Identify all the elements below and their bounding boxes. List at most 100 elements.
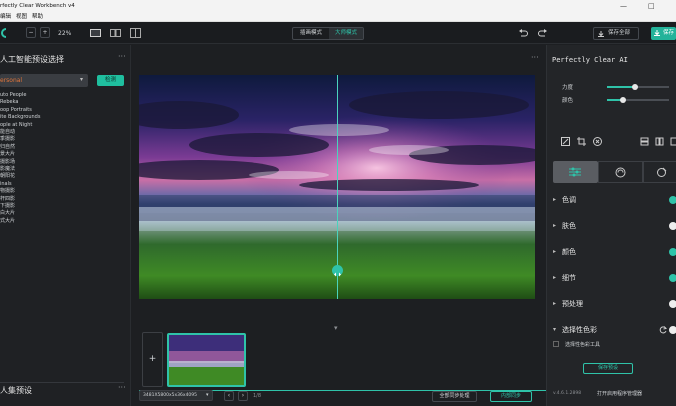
reset-icon[interactable] xyxy=(659,326,667,334)
rotate-icon[interactable] xyxy=(670,137,676,146)
single-view-icon[interactable] xyxy=(90,29,101,37)
version-label: v.4.6.1.2898 xyxy=(553,391,582,396)
apply-all-button[interactable]: 全部同步处理 xyxy=(432,391,477,402)
prev-page-button[interactable]: ‹ xyxy=(224,391,234,401)
section-row[interactable]: ▸ 预处理 xyxy=(551,297,676,311)
chevron-down-icon: ▾ xyxy=(80,76,84,83)
color-slider-handle[interactable] xyxy=(620,97,626,103)
split-view-icon[interactable] xyxy=(130,28,141,38)
flip-vertical-icon[interactable] xyxy=(640,137,649,146)
compare-view-icon[interactable] xyxy=(110,29,121,37)
save-label: 保存 xyxy=(663,30,675,36)
preset-item[interactable]: 摄影场 xyxy=(0,159,15,166)
preset-item[interactable]: 季摄影 xyxy=(0,136,15,143)
menu-item-edit[interactable]: 编辑 xyxy=(0,12,11,22)
preset-item[interactable]: ite Backgrounds xyxy=(0,114,40,121)
tab-adjustments[interactable] xyxy=(553,161,598,183)
clear-icon[interactable] xyxy=(593,137,602,146)
maximize-button[interactable]: □ xyxy=(648,0,655,12)
section-toggle[interactable] xyxy=(669,326,676,334)
chevron-right-icon: ▸ xyxy=(553,248,557,255)
section-toggle[interactable] xyxy=(669,196,676,204)
main-image-preview[interactable] xyxy=(139,75,535,299)
section-row[interactable]: ▸ 颜色 xyxy=(551,245,676,259)
section-label: 肤色 xyxy=(562,222,576,230)
save-preset-button[interactable]: 保存预设 xyxy=(583,363,633,374)
preset-item[interactable]: oop Portraits xyxy=(0,107,32,114)
more-options-icon[interactable]: ··· xyxy=(118,52,126,61)
section-row[interactable]: ▸ 色调 xyxy=(551,193,676,207)
undo-icon[interactable] xyxy=(518,28,528,38)
app-logo-icon xyxy=(1,28,7,38)
effects-icon xyxy=(615,167,626,178)
preset-item[interactable]: 归自然 xyxy=(0,144,15,151)
tab-looks[interactable] xyxy=(643,161,676,183)
preset-dropdown[interactable]: ersonal ▾ xyxy=(0,74,88,87)
preset-item[interactable]: 朝阳花 xyxy=(0,173,15,180)
preset-item[interactable]: 影魔法 xyxy=(0,166,15,173)
preset-item[interactable]: 物摄影 xyxy=(0,188,15,195)
open-manager-link[interactable]: 打开启用程序管理器 xyxy=(597,390,642,397)
looks-icon xyxy=(657,167,667,177)
zoom-out-button[interactable]: − xyxy=(26,27,36,38)
minimize-button[interactable]: — xyxy=(620,0,627,12)
sync-button[interactable]: 内部同步 xyxy=(490,391,532,402)
section-toggle[interactable] xyxy=(669,248,676,256)
tab-illustration-mode[interactable]: 插画模式 xyxy=(293,28,329,39)
preset-item[interactable]: 白大片 xyxy=(0,210,15,217)
preset-item[interactable]: 景大片 xyxy=(0,151,15,158)
menu-item-help[interactable]: 帮助 xyxy=(32,12,43,22)
section-label: 预处理 xyxy=(562,300,583,308)
section-row[interactable]: ▸ 肤色 xyxy=(551,219,676,233)
preset-item[interactable]: inals xyxy=(0,181,12,188)
sliders-icon xyxy=(569,167,581,177)
selective-tool-checkbox[interactable] xyxy=(553,341,559,347)
toolbar: − + 22% 插画模式 大师模式 保存全部 保存 xyxy=(0,22,676,44)
page-info: 1/8 xyxy=(253,393,262,399)
preset-item[interactable]: ople at Night xyxy=(0,122,32,129)
chevron-down-icon: ▾ xyxy=(553,326,557,333)
save-button[interactable]: 保存 xyxy=(651,27,676,40)
preset-item[interactable]: uto People xyxy=(0,92,26,99)
section-toggle[interactable] xyxy=(669,274,676,282)
ai-preset-title: 人工智能预设选择 xyxy=(0,55,64,64)
detect-button[interactable]: 检测 xyxy=(97,75,124,86)
preset-item[interactable]: 杆四影 xyxy=(0,196,15,203)
center-more-icon[interactable]: ··· xyxy=(531,53,539,62)
mode-tabs: 插画模式 大师模式 xyxy=(292,27,364,40)
preset-list: uto People Rebeka oop Portraits ite Backgro… xyxy=(0,92,120,232)
brand-title: Perfectly Clear AI xyxy=(552,56,628,64)
edit-icon[interactable] xyxy=(561,137,570,146)
strength-slider-handle[interactable] xyxy=(632,84,638,90)
preset-item[interactable]: 下摄影 xyxy=(0,203,15,210)
filmstrip-thumbnail[interactable] xyxy=(167,333,246,387)
save-all-button[interactable]: 保存全部 xyxy=(593,27,639,40)
chevron-right-icon: ▸ xyxy=(553,196,557,203)
image-dims-select[interactable]: 3481X5800x5x36x4095 ▾ xyxy=(139,390,213,401)
section-row[interactable]: ▾ 选择性色彩 xyxy=(551,323,676,337)
section-toggle[interactable] xyxy=(669,300,676,308)
section-row[interactable]: ▸ 细节 xyxy=(551,271,676,285)
divider xyxy=(0,382,124,383)
collapse-arrow-icon[interactable]: ▾ xyxy=(334,324,338,332)
crop-icon[interactable] xyxy=(577,137,586,146)
preset-item[interactable]: Rebeka xyxy=(0,99,18,106)
tab-master-mode[interactable]: 大师模式 xyxy=(329,28,363,39)
zoom-in-button[interactable]: + xyxy=(40,27,50,38)
next-page-button[interactable]: › xyxy=(238,391,248,401)
user-preset-more-icon[interactable]: ··· xyxy=(118,383,126,392)
menu-bar: 编辑 视图 帮助 xyxy=(0,12,676,22)
menu-item-view[interactable]: 视图 xyxy=(16,12,27,22)
left-panel: 人工智能预设选择 ··· ersonal ▾ 检测 uto People Rebe… xyxy=(0,45,131,406)
chevron-right-icon: ▸ xyxy=(553,274,557,281)
adjustment-sections: ▸ 色调 ▸ 肤色 ▸ 颜色 ▸ 细节 ▸ 预处理 ▾ 选择性色彩 xyxy=(547,193,676,363)
split-handle[interactable] xyxy=(332,265,343,277)
preset-item[interactable]: 式大片 xyxy=(0,218,15,225)
add-image-button[interactable]: + xyxy=(142,332,163,387)
flip-horizontal-icon[interactable] xyxy=(655,137,664,146)
preset-item[interactable]: 能自动 xyxy=(0,129,15,136)
section-toggle[interactable] xyxy=(669,222,676,230)
user-preset-title: 人集预设 xyxy=(0,386,32,395)
tab-effects[interactable] xyxy=(598,161,643,183)
redo-icon[interactable] xyxy=(538,28,548,38)
